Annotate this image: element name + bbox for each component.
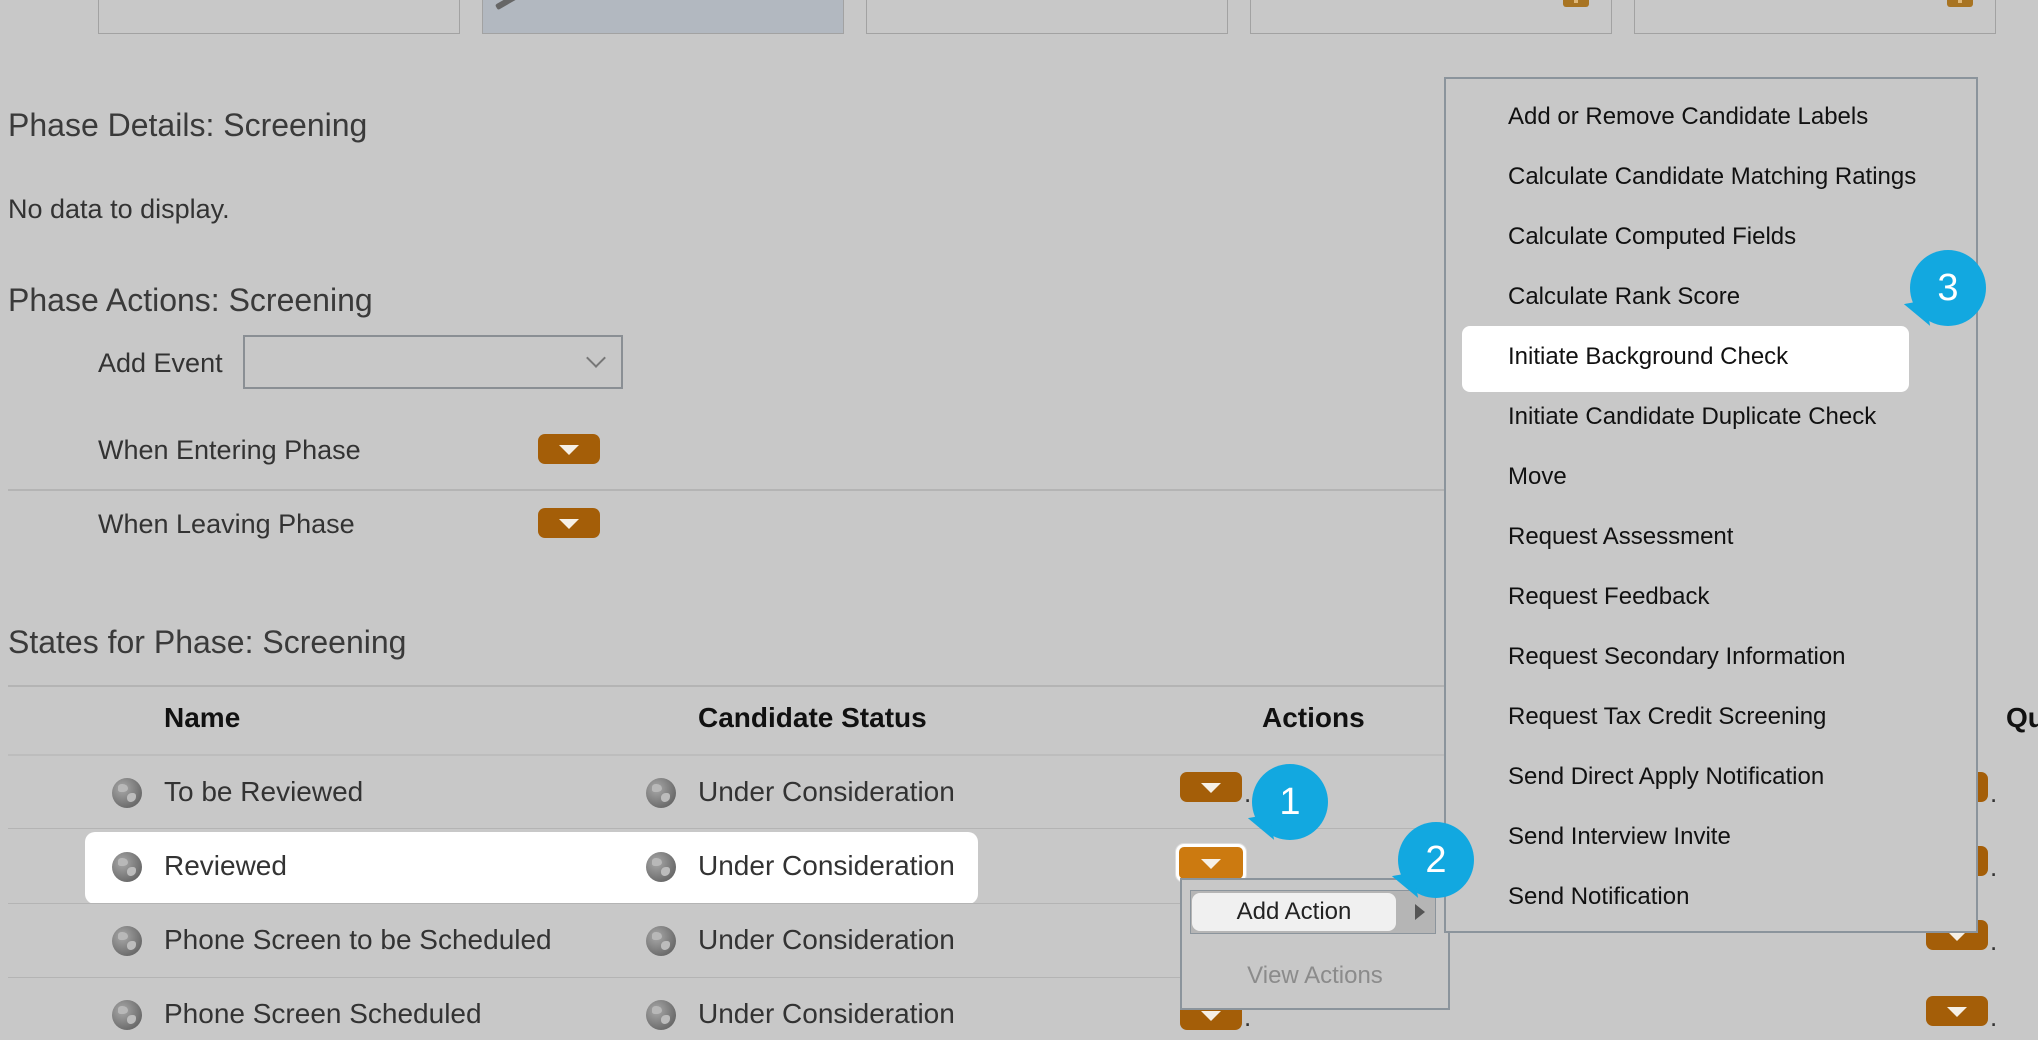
callout-tail xyxy=(1391,872,1419,902)
caret-down-icon xyxy=(1201,859,1221,869)
candidate-status: Under Consideration xyxy=(698,776,955,807)
row-dot: . xyxy=(1990,926,1998,956)
step-callout-2: 2 xyxy=(1391,822,1474,902)
state-name: Phone Screen Scheduled xyxy=(164,998,482,1029)
submenu-item-request-secondary-information[interactable]: Request Secondary Information xyxy=(1508,643,1846,671)
submenu-item-initiate-background-check[interactable]: Initiate Background Check xyxy=(1508,343,1788,371)
submenu-item-calculate-rank-score[interactable]: Calculate Rank Score xyxy=(1508,283,1740,311)
submenu-item-request-assessment[interactable]: Request Assessment xyxy=(1508,523,1733,551)
submenu-item-send-direct-apply-notification[interactable]: Send Direct Apply Notification xyxy=(1508,763,1824,791)
submenu-item-request-tax-credit-screening[interactable]: Request Tax Credit Screening xyxy=(1508,703,1826,731)
divider xyxy=(8,685,1444,687)
tile-2-selected[interactable] xyxy=(482,0,844,34)
callout-number: 3 xyxy=(1937,267,1959,309)
tile-1[interactable] xyxy=(98,0,460,34)
pencil-icon xyxy=(494,0,518,11)
add-event-label: Add Event xyxy=(98,348,223,378)
add-action-label: Add Action xyxy=(1236,898,1352,925)
submenu-item-request-feedback[interactable]: Request Feedback xyxy=(1508,583,1709,611)
globe-icon xyxy=(112,852,142,882)
phase-details-title: Phase Details: Screening xyxy=(8,107,368,143)
globe-icon xyxy=(112,1000,142,1030)
row-dot: . xyxy=(1990,778,1998,808)
callout-tail xyxy=(1903,300,1931,330)
table-header-divider xyxy=(8,754,1444,756)
candidate-status: Under Consideration xyxy=(698,850,955,881)
phase-actions-title: Phase Actions: Screening xyxy=(8,282,373,318)
submenu-item-calculate-computed-fields[interactable]: Calculate Computed Fields xyxy=(1508,223,1796,251)
caret-down-icon xyxy=(559,445,579,455)
globe-icon xyxy=(646,926,676,956)
globe-icon xyxy=(646,852,676,882)
callout-number: 2 xyxy=(1425,839,1447,881)
tile-4[interactable] xyxy=(1250,0,1612,34)
callout-tail xyxy=(1247,814,1275,844)
globe-icon xyxy=(646,778,676,808)
submenu-arrow-icon xyxy=(1415,904,1425,920)
submenu-item-move[interactable]: Move xyxy=(1508,463,1567,491)
row-divider xyxy=(8,828,1444,829)
row-actions-menu-button-active[interactable] xyxy=(1176,844,1246,882)
submenu-item-send-notification[interactable]: Send Notification xyxy=(1508,883,1689,911)
when-entering-phase-menu-button[interactable] xyxy=(538,434,600,464)
state-name: To be Reviewed xyxy=(164,776,364,807)
candidate-status: Under Consideration xyxy=(698,998,955,1029)
callout-number: 1 xyxy=(1279,781,1301,823)
tile-3[interactable] xyxy=(866,0,1228,34)
states-title: States for Phase: Screening xyxy=(8,624,407,660)
step-callout-3: 3 xyxy=(1903,250,1986,330)
when-leaving-phase-menu-button[interactable] xyxy=(538,508,600,538)
row-actions-menu-button[interactable] xyxy=(1180,772,1242,802)
caret-down-icon xyxy=(1201,783,1221,793)
row-dot: . xyxy=(1990,1002,1998,1032)
caret-down-icon xyxy=(1947,1007,1967,1017)
add-action-highlight: Add Action xyxy=(1192,893,1396,931)
lock-icon xyxy=(1947,0,1973,7)
when-leaving-phase-label: When Leaving Phase xyxy=(98,509,355,539)
chevron-down-icon xyxy=(586,348,606,368)
row-qu-menu-button[interactable] xyxy=(1926,996,1988,1026)
column-header-actions[interactable]: Actions xyxy=(1262,702,1365,734)
globe-icon xyxy=(112,926,142,956)
globe-icon xyxy=(112,778,142,808)
no-data-message: No data to display. xyxy=(8,194,230,224)
step-callout-1: 1 xyxy=(1247,764,1328,844)
caret-down-icon xyxy=(1201,1011,1221,1021)
row-dot: . xyxy=(1244,778,1252,808)
globe-icon xyxy=(646,1000,676,1030)
divider xyxy=(8,489,1444,491)
state-name: Reviewed xyxy=(164,850,287,881)
tile-5[interactable] xyxy=(1634,0,1996,34)
add-event-select[interactable] xyxy=(243,335,623,389)
candidate-status: Under Consideration xyxy=(698,924,955,955)
column-header-qu[interactable]: Qu xyxy=(2006,702,2038,734)
caret-down-icon xyxy=(559,519,579,529)
state-name: Phone Screen to be Scheduled xyxy=(164,924,552,955)
submenu-item-initiate-duplicate-check[interactable]: Initiate Candidate Duplicate Check xyxy=(1508,403,1876,431)
submenu-item-send-interview-invite[interactable]: Send Interview Invite xyxy=(1508,823,1731,851)
view-actions-menu-item[interactable]: View Actions xyxy=(1182,962,1448,990)
submenu-item-add-remove-labels[interactable]: Add or Remove Candidate Labels xyxy=(1508,103,1868,131)
column-header-candidate-status[interactable]: Candidate Status xyxy=(698,702,927,734)
lock-icon xyxy=(1563,0,1589,7)
submenu-item-calculate-matching-ratings[interactable]: Calculate Candidate Matching Ratings xyxy=(1508,163,1916,191)
when-entering-phase-label: When Entering Phase xyxy=(98,435,361,465)
row-dot: . xyxy=(1990,852,1998,882)
column-header-name[interactable]: Name xyxy=(164,702,240,734)
add-action-submenu: Add or Remove Candidate Labels Calculate… xyxy=(1444,77,1978,933)
